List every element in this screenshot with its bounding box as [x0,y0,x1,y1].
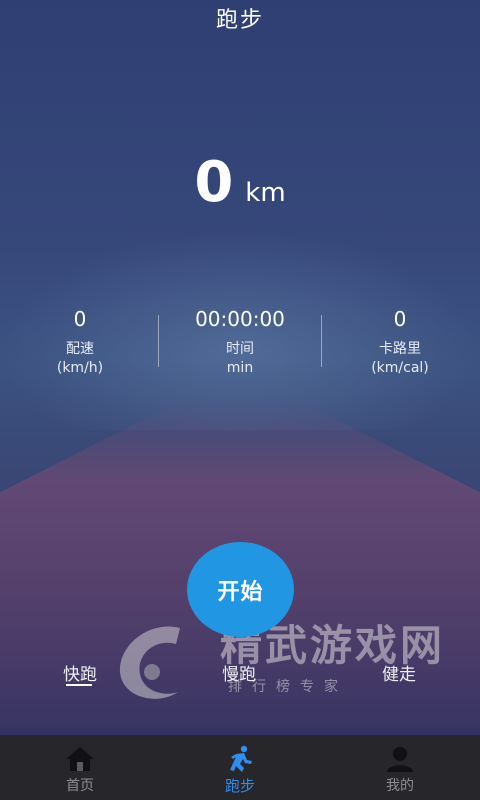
mode-slow-run-label: 慢跑 [222,665,256,685]
distance-readout: 0 km [0,150,480,215]
tab-profile-label: 我的 [386,778,414,794]
tab-home-label: 首页 [66,778,94,794]
stat-divider [158,315,159,367]
stat-time: 00:00:00 时间 min [160,305,320,377]
mode-fast-run-label: 快跑 [63,665,97,685]
tab-home[interactable]: 首页 [0,735,160,800]
stat-calories-unit: (km/cal) [371,360,429,376]
stat-calories-value: 0 [393,307,407,331]
tab-profile[interactable]: 我的 [320,735,480,800]
stat-pace-unit: (km/h) [56,360,104,376]
running-icon [230,745,252,772]
distance-value: 0 [194,150,234,215]
tab-running-label: 跑步 [224,777,255,795]
page-title: 跑步 [215,8,264,33]
mode-walk[interactable]: 健走 [382,660,416,685]
home-icon [66,747,94,771]
mode-selected-indicator [66,684,92,686]
stats-row: 0 配速 (km/h) 00:00:00 时间 min 0 卡路里 (km/ca… [0,305,480,385]
stat-pace: 0 配速 (km/h) [0,305,160,377]
run-mode-selector: 快跑 慢跑 健走 [0,660,480,700]
stat-pace-label: 配速 [66,341,94,357]
stat-calories-label: 卡路里 [379,341,421,357]
stat-time-label: 时间 [226,341,254,357]
stat-pace-value: 0 [73,307,87,331]
distance-unit: km [245,178,286,208]
start-button[interactable]: 开始 [187,542,294,637]
mode-walk-label: 健走 [382,665,416,685]
user-icon [387,747,413,772]
bottom-tab-bar: 首页 跑步 我的 [0,735,480,800]
mode-fast-run[interactable]: 快跑 [63,660,97,686]
stat-time-unit: min [226,360,254,376]
mode-slow-run[interactable]: 慢跑 [222,660,256,685]
stat-time-value: 00:00:00 [195,307,285,331]
tab-running[interactable]: 跑步 [160,735,320,800]
stat-calories: 0 卡路里 (km/cal) [320,305,480,377]
